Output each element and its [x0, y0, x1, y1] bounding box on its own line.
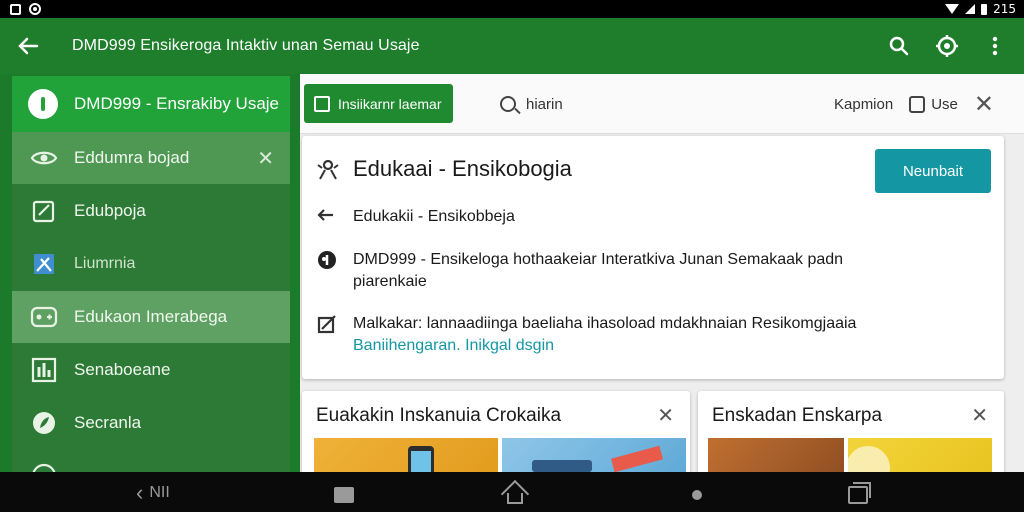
grid-card[interactable]: Enskadan Enskarpa ✕: [698, 391, 1004, 472]
checkbox-icon[interactable]: [909, 95, 926, 113]
sidebar-item-eddumra[interactable]: Eddumra bojad ✕: [12, 132, 290, 184]
back-chevron-icon: ‹: [136, 480, 144, 505]
app-actions: [880, 18, 1014, 74]
toolbar: Insiikarnr laemar hiarin Kapmion Use ✕: [300, 74, 1024, 134]
grid-card-title: Enskadan Enskarpa: [712, 405, 883, 426]
status-right: 215: [945, 0, 1016, 18]
primary-action-button[interactable]: Insiikarnr laemar: [304, 84, 453, 123]
signal-icon: [965, 4, 976, 14]
app-title: DMD999 Ensikeroga Intaktiv unan Semau Us…: [72, 37, 420, 54]
thumbnail-image: [846, 438, 992, 472]
checkbox-label: Use: [931, 95, 958, 113]
search-field[interactable]: hiarin: [500, 90, 563, 118]
search-text: hiarin: [526, 95, 563, 113]
sidebar-item-partial[interactable]: [12, 450, 290, 472]
more-button[interactable]: [976, 27, 1014, 65]
battery-icon: [981, 3, 988, 15]
back-arrow-icon: [18, 37, 39, 55]
status-left: [10, 0, 41, 18]
thumbnail-image: [502, 438, 686, 472]
detail-row-body: Malkakar: lannaadiinga baeliaha ihasoloa…: [353, 315, 857, 332]
status-time: 215: [993, 2, 1016, 16]
sidebar-item-edukaon[interactable]: Edukaon Imerabega: [12, 291, 290, 343]
sidebar-header[interactable]: DMD999 - Ensrakiby Usaje: [12, 76, 290, 132]
info-icon: [316, 249, 340, 277]
thumbnail-image: [314, 438, 498, 472]
settings-button[interactable]: [928, 27, 966, 65]
detail-card: Edukaai - Ensikobogia Neunbait Edukakii …: [302, 136, 1004, 379]
grid-card[interactable]: Euakakin Inskanuia Crokaika ✕: [302, 391, 690, 472]
sidebar-header-label: DMD999 - Ensrakiby Usaje: [74, 94, 280, 113]
notification-square-icon: [10, 3, 21, 15]
sidebar-item-senaboeane[interactable]: Senaboeane: [12, 344, 290, 396]
close-icon[interactable]: ✕: [257, 146, 274, 171]
nav-back-label: NII: [149, 484, 170, 501]
sidebar-item-label: Eddumra bojad: [74, 148, 190, 167]
person-icon: [316, 157, 340, 187]
search-button[interactable]: [880, 27, 918, 65]
search-icon: [500, 96, 516, 112]
close-icon[interactable]: ✕: [974, 90, 994, 119]
detail-row-text: Edukakii - Ensikobbeja: [353, 208, 515, 225]
key-icon: [28, 89, 58, 119]
toolbar-right-label[interactable]: Kapmion: [834, 96, 893, 113]
primary-action-label: Insiikarnr laemar: [338, 95, 442, 112]
recents-icon[interactable]: [848, 482, 871, 504]
detail-row-text: DMD999 - Ensikeloga hothaakeiar Interatk…: [353, 251, 844, 290]
search-icon: [889, 36, 909, 56]
system-nav-bar: ‹ NII: [0, 472, 1024, 512]
close-icon[interactable]: ✕: [657, 403, 674, 428]
tools-icon: [30, 250, 58, 278]
wifi-icon: [945, 4, 960, 14]
back-button[interactable]: [0, 18, 56, 74]
image-icon: [314, 95, 330, 112]
thumbnail-image: [708, 438, 844, 472]
reply-icon: [316, 206, 340, 232]
sidebar-item-liumrnia[interactable]: Liumrnia: [12, 238, 290, 290]
sidebar-item-label: Liumrnia: [74, 255, 136, 272]
detail-link[interactable]: Baniihengaran. Inikgal dsgin: [353, 335, 913, 357]
sidebar-item-label: Edubpoja: [74, 201, 146, 220]
leaf-icon: [30, 409, 58, 437]
close-icon[interactable]: ✕: [971, 403, 988, 428]
sidebar-item-label: Secranla: [74, 413, 142, 432]
home-icon-base: [507, 493, 523, 504]
nav-back-button[interactable]: ‹ NII: [136, 480, 170, 506]
sidebar-item-label: Senaboeane: [74, 360, 171, 379]
sidebar-list: Eddumra bojad ✕ Edubpoja Liumrnia Edukao…: [12, 132, 290, 472]
grid-card-title: Euakakin Inskanuia Crokaika: [316, 405, 562, 426]
chart-icon: [30, 356, 58, 384]
dot-icon[interactable]: [692, 490, 702, 500]
settings-icon: [936, 35, 958, 57]
toolbar-right: Kapmion Use ✕: [834, 90, 994, 118]
stop-square-icon[interactable]: [334, 487, 354, 503]
crop-icon: [316, 313, 340, 341]
sidebar-item-secranla[interactable]: Secranla: [12, 397, 290, 449]
notification-circle-icon: [29, 3, 41, 15]
main-content: Insiikarnr laemar hiarin Kapmion Use ✕ E…: [300, 74, 1024, 472]
more-vert-icon: [992, 36, 998, 56]
sidebar: DMD999 - Ensrakiby Usaje Eddumra bojad ✕…: [0, 74, 300, 472]
detail-row-text: Malkakar: lannaadiinga baeliaha ihasoloa…: [353, 313, 913, 357]
app-bar: DMD999 Ensikeroga Intaktiv unan Semau Us…: [0, 18, 1024, 74]
status-bar: 215: [0, 0, 1024, 18]
sidebar-item-edubpoja[interactable]: Edubpoja: [12, 185, 290, 237]
eye-icon: [30, 144, 58, 172]
detail-action-button[interactable]: Neunbait: [875, 149, 991, 193]
gamepad-icon: [30, 303, 58, 331]
edit-square-icon: [30, 197, 58, 225]
circle-icon: [30, 462, 58, 472]
sidebar-item-label: Edukaon Imerabega: [74, 307, 228, 326]
detail-title: Edukaai - Ensikobogia: [353, 156, 572, 181]
